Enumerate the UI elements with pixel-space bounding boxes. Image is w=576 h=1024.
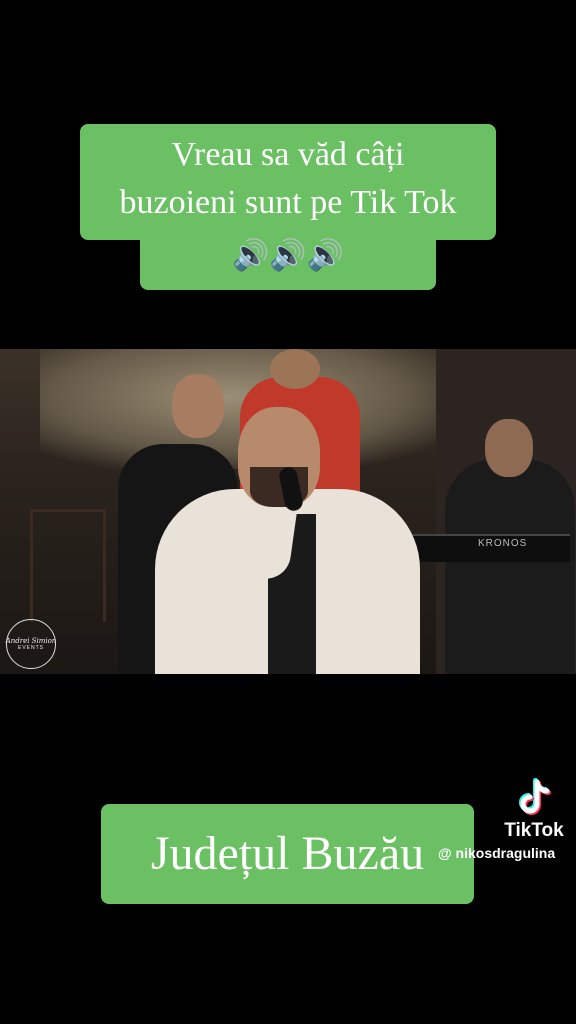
- speaker-emoji-icons: 🔊🔊🔊: [231, 238, 345, 273]
- keyboardist-head: [485, 419, 533, 477]
- bottom-caption-text: Județul Buzău: [150, 827, 425, 880]
- video-frame[interactable]: KRONOS Andrei Simion EVENTS: [0, 349, 576, 674]
- violinist-head: [172, 374, 224, 438]
- events-logo-script: Andrei Simion: [5, 637, 57, 645]
- chair: [30, 509, 106, 622]
- tiktok-brand-label: TikTok: [504, 820, 564, 841]
- tiktok-logo-icon: [519, 778, 551, 815]
- keyboard-brand-label: KRONOS: [478, 538, 528, 549]
- top-caption-line-2: buzoieni sunt pe Tik Tok: [119, 184, 457, 221]
- creator-handle[interactable]: @ nikosdragulina: [438, 845, 555, 861]
- events-logo: Andrei Simion EVENTS: [6, 619, 56, 669]
- background-musician-head: [270, 349, 320, 389]
- events-logo-subtext: EVENTS: [17, 645, 44, 651]
- top-caption-line-1: Vreau sa văd câți: [171, 136, 405, 173]
- keyboardist: [445, 459, 575, 674]
